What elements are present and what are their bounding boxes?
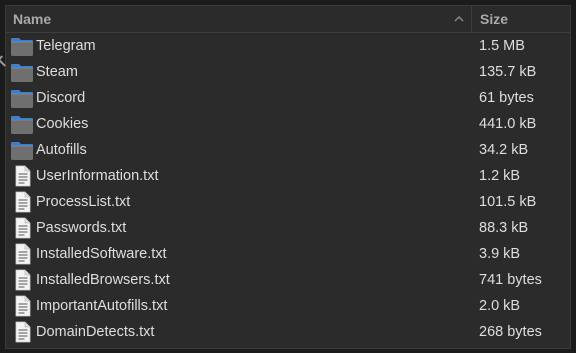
file-size: 1.5 MB bbox=[479, 38, 525, 54]
file-size: 34.2 kB bbox=[479, 142, 529, 158]
file-row[interactable]: ImportantAutofills.txt 2.0 kB bbox=[6, 293, 570, 319]
file-size: 741 bytes bbox=[479, 272, 542, 288]
file-size: 61 bytes bbox=[479, 90, 534, 106]
folder-icon bbox=[10, 139, 34, 161]
file-name: ImportantAutofills.txt bbox=[36, 298, 168, 314]
file-row[interactable]: Cookies 441.0 kB bbox=[6, 111, 570, 137]
file-row[interactable]: UserInformation.txt 1.2 kB bbox=[6, 163, 570, 189]
text-file-icon bbox=[10, 165, 34, 187]
file-row[interactable]: InstalledSoftware.txt 3.9 kB bbox=[6, 241, 570, 267]
file-row[interactable]: ProcessList.txt 101.5 kB bbox=[6, 189, 570, 215]
file-row[interactable]: Autofills 34.2 kB bbox=[6, 137, 570, 163]
file-size: 3.9 kB bbox=[479, 246, 521, 262]
file-size: 88.3 kB bbox=[479, 220, 529, 236]
size-column-header[interactable]: Size bbox=[480, 11, 508, 27]
folder-icon bbox=[10, 61, 34, 83]
file-size: 135.7 kB bbox=[479, 64, 537, 80]
column-divider[interactable] bbox=[471, 6, 472, 32]
text-file-icon bbox=[10, 217, 34, 239]
folder-icon bbox=[10, 113, 34, 135]
file-name: Steam bbox=[36, 64, 78, 80]
file-name: Telegram bbox=[36, 38, 96, 54]
text-file-icon bbox=[10, 321, 34, 343]
name-column-header[interactable]: Name bbox=[13, 11, 51, 27]
file-size: 268 bytes bbox=[479, 324, 542, 340]
folder-icon bbox=[10, 35, 34, 57]
text-file-icon bbox=[10, 191, 34, 213]
file-row[interactable]: InstalledBrowsers.txt 741 bytes bbox=[6, 267, 570, 293]
file-list-window: Name Size Telegram 1.5 MB Steam 135.7 kB D… bbox=[5, 5, 571, 349]
column-header: Name Size bbox=[6, 6, 570, 33]
text-file-icon bbox=[10, 243, 34, 265]
file-size: 1.2 kB bbox=[479, 168, 521, 184]
file-name: InstalledSoftware.txt bbox=[36, 246, 167, 262]
text-file-icon bbox=[10, 295, 34, 317]
file-row[interactable]: Steam 135.7 kB bbox=[6, 59, 570, 85]
file-size: 441.0 kB bbox=[479, 116, 537, 132]
chevron-up-icon[interactable] bbox=[452, 12, 466, 26]
file-name: Cookies bbox=[36, 116, 89, 132]
file-list: Telegram 1.5 MB Steam 135.7 kB Discord 61 b… bbox=[6, 33, 570, 345]
file-row[interactable]: Telegram 1.5 MB bbox=[6, 33, 570, 59]
file-row[interactable]: Discord 61 bytes bbox=[6, 85, 570, 111]
file-name: DomainDetects.txt bbox=[36, 324, 155, 340]
file-row[interactable]: Passwords.txt 88.3 kB bbox=[6, 215, 570, 241]
text-file-icon bbox=[10, 269, 34, 291]
file-name: InstalledBrowsers.txt bbox=[36, 272, 170, 288]
file-name: Autofills bbox=[36, 142, 87, 158]
file-row[interactable]: DomainDetects.txt 268 bytes bbox=[6, 319, 570, 345]
file-name: UserInformation.txt bbox=[36, 168, 159, 184]
file-name: ProcessList.txt bbox=[36, 194, 131, 210]
file-size: 2.0 kB bbox=[479, 298, 521, 314]
file-name: Passwords.txt bbox=[36, 220, 127, 236]
folder-icon bbox=[10, 87, 34, 109]
file-size: 101.5 kB bbox=[479, 194, 537, 210]
file-name: Discord bbox=[36, 90, 86, 106]
